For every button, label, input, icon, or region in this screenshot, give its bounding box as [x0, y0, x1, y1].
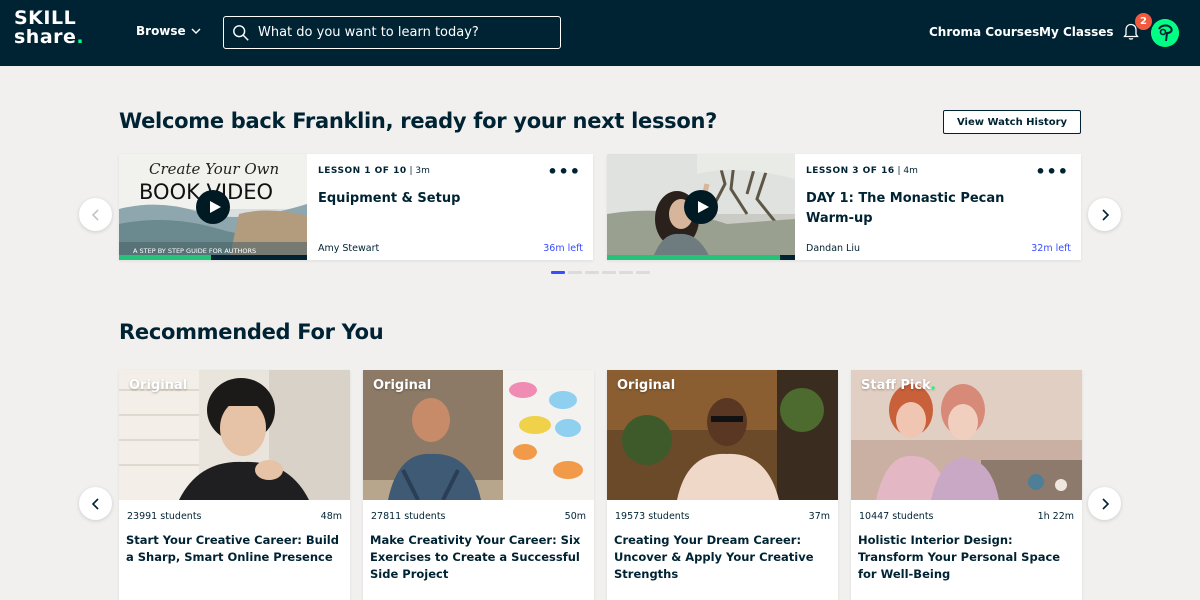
course-card[interactable]: Staff Pick. 10447 students 1h 22m Holist…	[851, 370, 1082, 600]
lesson-card[interactable]: Create Your Own BOOK VIDEO A STEP BY STE…	[119, 154, 593, 260]
pager-dot[interactable]	[568, 271, 582, 274]
pager-dot[interactable]	[636, 271, 650, 274]
play-button[interactable]	[684, 190, 718, 224]
lessons-prev-button[interactable]	[79, 198, 112, 231]
course-tag: Staff Pick.	[861, 378, 936, 393]
recommended-prev-button[interactable]	[79, 487, 112, 520]
lesson-title[interactable]: DAY 1: The Monastic Pecan Warm-up	[806, 189, 1056, 229]
course-students: 27811 students	[371, 511, 446, 522]
lesson-card[interactable]: LESSON 3 OF 16 | 4m ••• DAY 1: The Monas…	[607, 154, 1081, 260]
chevron-right-icon	[1101, 497, 1109, 510]
lesson-thumbnail	[607, 154, 795, 260]
skillshare-logo[interactable]: SKILL share.	[14, 9, 84, 47]
lesson-progress-fill	[607, 255, 780, 260]
search-box[interactable]	[223, 16, 561, 49]
pager-dot[interactable]	[619, 271, 633, 274]
lessons-next-button[interactable]	[1088, 198, 1121, 231]
lesson-author: Dandan Liu	[806, 243, 861, 254]
lesson-meta: LESSON 1 OF 10 | 3m	[318, 166, 430, 176]
chevron-right-icon	[1101, 208, 1109, 221]
lesson-meta: LESSON 3 OF 16 | 4m	[806, 166, 918, 176]
my-classes-link[interactable]: My Classes	[1039, 25, 1114, 39]
course-card[interactable]: Original 19573 students 37m Creating You…	[607, 370, 838, 600]
lesson-progress-bar	[607, 255, 795, 260]
chroma-courses-link[interactable]: Chroma Courses	[929, 25, 1039, 39]
course-duration: 50m	[564, 511, 586, 522]
course-students: 19573 students	[615, 511, 690, 522]
course-thumbnail: Staff Pick.	[851, 370, 1082, 500]
avatar[interactable]	[1151, 19, 1179, 47]
course-title[interactable]: Holistic Interior Design: Transform Your…	[858, 532, 1076, 583]
lesson-number: LESSON 1 OF 10	[318, 166, 407, 176]
lesson-author: Amy Stewart	[318, 243, 380, 254]
course-students: 10447 students	[859, 511, 934, 522]
play-button[interactable]	[196, 190, 230, 224]
course-duration: 48m	[320, 511, 342, 522]
top-nav-bar: SKILL share. Browse Chroma Courses My Cl…	[0, 0, 1200, 66]
course-thumbnail: Original	[607, 370, 838, 500]
more-options-icon[interactable]: •••	[1035, 164, 1069, 180]
course-card[interactable]: Original 23991 students 48m Start Your C…	[119, 370, 350, 600]
recommended-next-button[interactable]	[1088, 487, 1121, 520]
lesson-title[interactable]: Equipment & Setup	[318, 189, 568, 209]
course-students: 23991 students	[127, 511, 202, 522]
browse-label: Browse	[136, 24, 186, 38]
play-icon	[209, 201, 221, 213]
course-tag: Original	[617, 378, 676, 393]
chevron-down-icon	[191, 28, 201, 34]
lesson-progress-bar	[119, 255, 307, 260]
search-icon	[233, 24, 249, 41]
lesson-number: LESSON 3 OF 16	[806, 166, 895, 176]
lesson-time-left: 32m left	[1031, 243, 1071, 254]
thumbnail-title-line1: Create Your Own	[149, 160, 279, 178]
pager-dot[interactable]	[602, 271, 616, 274]
lesson-duration: 3m	[415, 166, 430, 176]
logo-line-two: share	[14, 26, 77, 48]
course-duration: 1h 22m	[1037, 511, 1074, 522]
lesson-duration: 4m	[903, 166, 918, 176]
course-title[interactable]: Start Your Creative Career: Build a Shar…	[126, 532, 344, 566]
thumbnail-subtitle: A STEP BY STEP GUIDE FOR AUTHORS	[133, 247, 256, 255]
lesson-time-left: 36m left	[543, 243, 583, 254]
carousel-pager	[551, 271, 650, 274]
pager-dot[interactable]	[585, 271, 599, 274]
welcome-heading: Welcome back Franklin, ready for your ne…	[119, 109, 718, 133]
lesson-progress-fill	[119, 255, 212, 260]
chevron-left-icon	[91, 208, 99, 221]
course-title[interactable]: Make Creativity Your Career: Six Exercis…	[370, 532, 588, 583]
course-tag: Original	[129, 378, 188, 393]
notification-badge: 2	[1135, 13, 1152, 30]
course-title[interactable]: Creating Your Dream Career: Uncover & Ap…	[614, 532, 832, 583]
search-input[interactable]	[258, 25, 548, 40]
course-duration: 37m	[808, 511, 830, 522]
course-thumbnail: Original	[119, 370, 350, 500]
pager-dot-active[interactable]	[551, 271, 565, 274]
recommended-heading: Recommended For You	[119, 320, 384, 344]
course-card[interactable]: Original 27811 students 50m Make Creativ…	[363, 370, 594, 600]
course-tag: Original	[373, 378, 432, 393]
play-icon	[697, 201, 709, 213]
course-thumbnail: Original	[363, 370, 594, 500]
lesson-thumbnail: Create Your Own BOOK VIDEO A STEP BY STE…	[119, 154, 307, 260]
browse-menu[interactable]: Browse	[136, 24, 201, 38]
more-options-icon[interactable]: •••	[547, 164, 581, 180]
avatar-icon	[1151, 19, 1179, 47]
course-tag-text: Staff Pick	[861, 378, 931, 393]
view-watch-history-button[interactable]: View Watch History	[943, 110, 1081, 134]
chevron-left-icon	[91, 497, 99, 510]
